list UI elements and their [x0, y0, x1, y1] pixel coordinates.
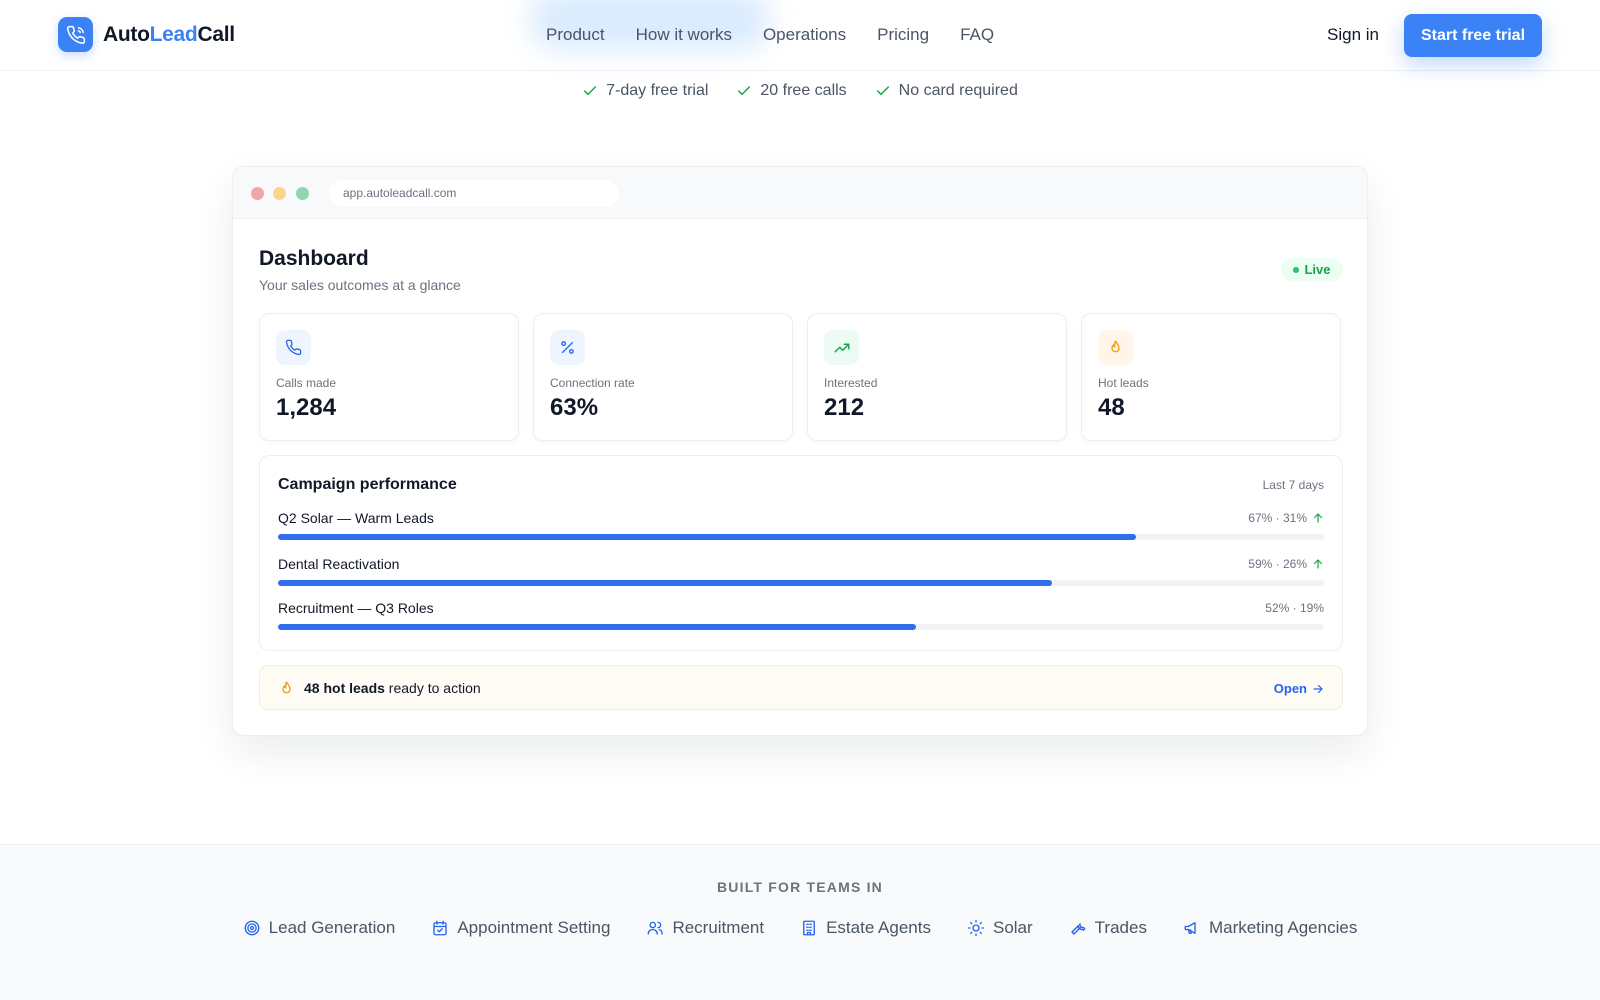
industry-item: Marketing Agencies: [1183, 918, 1357, 938]
users-icon: [648, 921, 664, 935]
start-free-trial-button[interactable]: Start free trial: [1404, 14, 1542, 57]
stat-label: Connection rate: [550, 376, 635, 390]
arrow-up-icon: [1313, 559, 1323, 569]
campaign-stat: 67% · 31%: [1248, 511, 1324, 525]
stat-value: 1,284: [276, 394, 337, 421]
industry-label: Marketing Agencies: [1208, 918, 1358, 937]
campaign-row[interactable]: Q2 Solar — Warm Leads 67% · 31%: [278, 510, 1324, 550]
brand-name: AutoLeadCall: [103, 22, 235, 46]
industry-label: Lead Generation: [268, 918, 396, 937]
hot-leads-text: 48 hot leads ready to action: [304, 680, 481, 696]
industry-label: Estate Agents: [826, 918, 931, 937]
campaign-progress-fill: [278, 534, 1136, 540]
dashboard-subtitle: Your sales outcomes at a glance: [259, 277, 461, 293]
window-close-dot: [251, 187, 264, 200]
brand[interactable]: AutoLeadCall: [58, 17, 235, 52]
window-titlebar: app.autoleadcall.com: [233, 167, 1367, 219]
campaign-progress-track: [278, 624, 1324, 630]
stat-label: Hot leads: [1098, 376, 1149, 390]
trust-item: 20 free calls: [736, 82, 847, 100]
industries-list: Lead Generation Appointment Setting Recr…: [0, 918, 1600, 938]
industry-label: Recruitment: [672, 918, 765, 937]
stat-value: 48: [1098, 394, 1125, 421]
stat-card-connection-rate: Connection rate 63%: [533, 313, 793, 441]
url-bar: app.autoleadcall.com: [329, 180, 619, 207]
dashboard-title: Dashboard: [259, 247, 369, 270]
industry-label: Trades: [1094, 918, 1147, 937]
campaign-stat: 52% · 19%: [1265, 601, 1324, 615]
industries-section: BUILT FOR TEAMS IN Lead Generation Appoi…: [0, 844, 1600, 1000]
industry-item: Trades: [1069, 918, 1147, 938]
campaign-progress-track: [278, 534, 1324, 540]
industry-item: Estate Agents: [800, 918, 931, 938]
sign-in-link[interactable]: Sign in: [1327, 25, 1379, 45]
live-badge: Live: [1281, 258, 1343, 281]
industry-item: Appointment Setting: [431, 918, 610, 938]
nav-links: Product How it works Operations Pricing …: [546, 25, 1025, 45]
wrench-icon: [1070, 923, 1086, 935]
phone-icon: [58, 17, 93, 52]
live-dot-icon: [1293, 266, 1300, 273]
hot-leads-banner: 48 hot leads ready to action Open: [259, 665, 1343, 710]
trust-item: 7-day free trial: [582, 82, 708, 100]
building-icon: [803, 920, 816, 936]
campaign-name: Dental Reactivation: [278, 556, 400, 572]
nav-link-product[interactable]: Product: [546, 25, 605, 45]
stat-card-hot-leads: Hot leads 48: [1081, 313, 1341, 441]
phone-icon: [276, 330, 311, 365]
stat-value: 212: [824, 394, 865, 421]
campaign-performance-card: Campaign performance Last 7 days Q2 Sola…: [259, 455, 1343, 651]
nav-link-how-it-works[interactable]: How it works: [636, 25, 732, 45]
calendar-check-icon: [433, 920, 448, 936]
arrow-right-icon: [1313, 684, 1323, 693]
stat-value: 63%: [550, 394, 599, 421]
top-navbar: AutoLeadCall Product How it works Operat…: [0, 0, 1600, 71]
app-window-preview: app.autoleadcall.com Dashboard Your sale…: [232, 166, 1368, 736]
percent-icon: [550, 330, 585, 365]
industry-item: Lead Generation: [243, 918, 396, 938]
check-icon: [738, 86, 751, 96]
campaign-name: Recruitment — Q3 Roles: [278, 600, 434, 616]
industry-item: Solar: [967, 918, 1033, 938]
window-maximize-dot: [296, 187, 309, 200]
sun-icon: [967, 919, 985, 937]
trust-item-label: No card required: [898, 82, 1018, 99]
nav-link-pricing[interactable]: Pricing: [877, 25, 929, 45]
nav-link-faq[interactable]: FAQ: [960, 25, 994, 45]
stat-card-interested: Interested 212: [807, 313, 1067, 441]
campaign-stat: 59% · 26%: [1248, 557, 1324, 571]
stat-label: Interested: [824, 376, 878, 390]
campaign-row[interactable]: Recruitment — Q3 Roles 52% · 19%: [278, 600, 1324, 640]
target-icon: [244, 920, 260, 936]
campaign-performance-title: Campaign performance: [278, 476, 457, 493]
date-range-label: Last 7 days: [1262, 478, 1324, 492]
trending-up-icon: [824, 330, 859, 365]
trust-item-label: 7-day free trial: [606, 82, 709, 99]
check-icon: [876, 86, 889, 96]
trust-item: No card required: [875, 82, 1018, 100]
nav-link-operations[interactable]: Operations: [763, 25, 846, 45]
window-minimize-dot: [273, 187, 286, 200]
arrow-up-icon: [1313, 513, 1323, 523]
flame-icon: [282, 681, 291, 694]
check-icon: [584, 86, 597, 96]
campaign-progress-track: [278, 580, 1324, 586]
stat-label: Calls made: [276, 376, 337, 390]
campaign-row[interactable]: Dental Reactivation 59% · 26%: [278, 556, 1324, 596]
stat-card-calls-made: Calls made 1,284: [259, 313, 519, 441]
industry-label: Solar: [992, 918, 1033, 937]
industries-title: BUILT FOR TEAMS IN: [717, 879, 883, 895]
industry-label: Appointment Setting: [457, 918, 611, 937]
campaign-name: Q2 Solar — Warm Leads: [278, 510, 434, 526]
trust-item-label: 20 free calls: [760, 82, 847, 99]
industry-item: Recruitment: [646, 918, 764, 938]
open-hot-leads-link[interactable]: Open: [1274, 681, 1324, 696]
campaign-progress-fill: [278, 624, 917, 630]
flame-icon: [1098, 330, 1133, 365]
campaign-progress-fill: [278, 580, 1053, 586]
megaphone-icon: [1184, 922, 1196, 934]
trust-badges: 7-day free trial 20 free calls No card r…: [0, 82, 1600, 100]
